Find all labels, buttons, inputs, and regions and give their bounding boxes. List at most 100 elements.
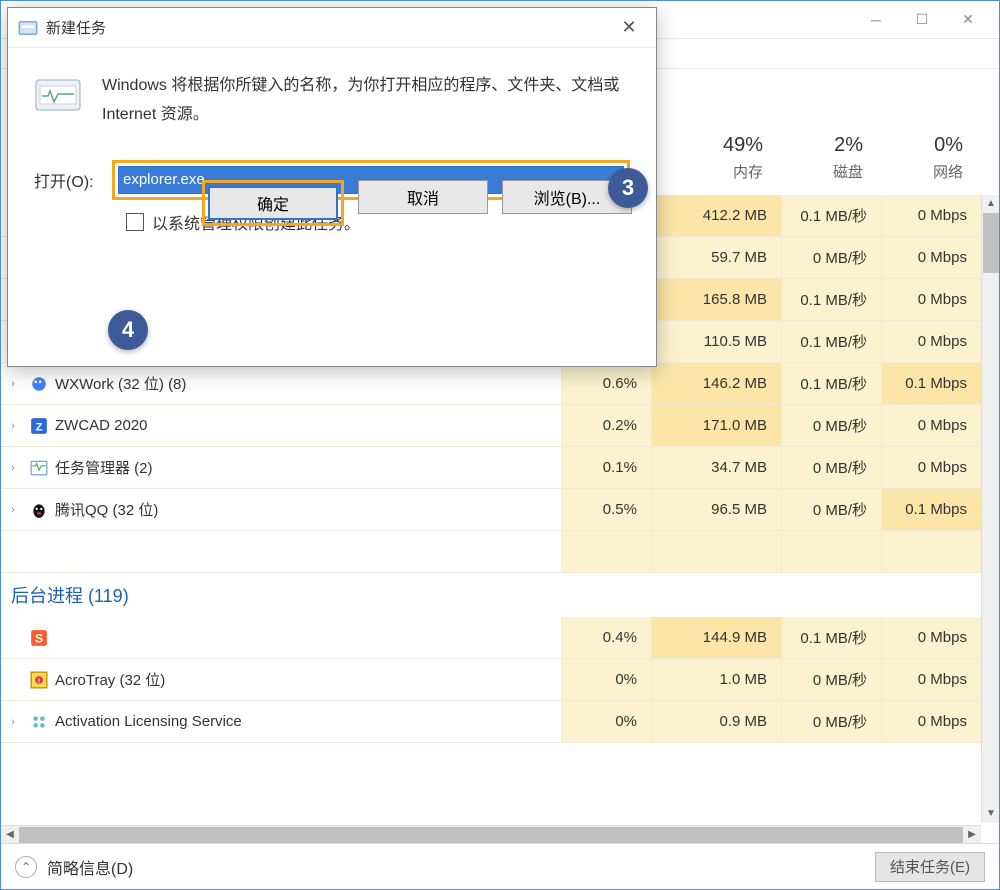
process-row[interactable]: › WXWork (32 位) (8)0.6%146.2 MB0.1 MB/秒0.…	[1, 363, 981, 405]
process-name: ZWCAD 2020	[53, 417, 561, 434]
cpu-cell: 0.1%	[561, 447, 651, 488]
memory-cell: 144.9 MB	[651, 617, 781, 658]
cpu-cell: 0.6%	[561, 363, 651, 404]
network-cell: 0 Mbps	[881, 659, 981, 700]
process-row[interactable]: ›Activation Licensing Service0%0.9 MB0 M…	[1, 701, 981, 743]
background-processes-section: 后台进程 (119)	[1, 573, 981, 617]
memory-cell: 412.2 MB	[651, 195, 781, 236]
cpu-cell: 0%	[561, 659, 651, 700]
vertical-scroll-thumb[interactable]	[983, 213, 999, 273]
header-network[interactable]: 0% 网络	[881, 134, 981, 189]
disk-cell: 0 MB/秒	[781, 659, 881, 700]
disk-cell: 0 MB/秒	[781, 447, 881, 488]
network-cell: 0 Mbps	[881, 701, 981, 742]
network-cell: 0 Mbps	[881, 321, 981, 362]
horizontal-scrollbar[interactable]: ◀ ▶	[1, 825, 981, 843]
annotation-3: 3	[608, 168, 648, 208]
expand-toggle[interactable]: ›	[1, 420, 25, 432]
minimize-button[interactable]: ─	[853, 4, 899, 36]
process-name: AcroTray (32 位)	[53, 669, 561, 690]
network-cell: 0.1 Mbps	[881, 489, 981, 530]
scroll-up-arrow[interactable]: ▲	[982, 195, 1000, 213]
network-cell: 0 Mbps	[881, 405, 981, 446]
memory-cell: 165.8 MB	[651, 279, 781, 320]
empty-row	[1, 531, 981, 573]
disk-cell: 0.1 MB/秒	[781, 279, 881, 320]
disk-cell: 0.1 MB/秒	[781, 321, 881, 362]
scroll-left-arrow[interactable]: ◀	[1, 826, 19, 844]
svg-text:!: !	[38, 677, 40, 684]
expand-toggle[interactable]: ›	[1, 504, 25, 516]
disk-cell: 0.1 MB/秒	[781, 363, 881, 404]
cpu-cell: 0%	[561, 701, 651, 742]
process-row[interactable]: › 腾讯QQ (32 位)0.5%96.5 MB0 MB/秒0.1 Mbps	[1, 489, 981, 531]
dialog-close-button[interactable]: ✕	[612, 14, 646, 42]
run-dialog: 新建任务 ✕ Windows 将根据你所键入的名称，为你打开相应的程序、文件夹、…	[7, 7, 657, 367]
expand-toggle[interactable]: ›	[1, 378, 25, 390]
process-row[interactable]: !AcroTray (32 位)0%1.0 MB0 MB/秒0 Mbps	[1, 659, 981, 701]
memory-cell: 110.5 MB	[651, 321, 781, 362]
admin-checkbox[interactable]	[126, 213, 144, 231]
disk-cell: 0 MB/秒	[781, 489, 881, 530]
process-name: WXWork (32 位) (8)	[53, 373, 561, 394]
memory-cell: 146.2 MB	[651, 363, 781, 404]
expand-toggle[interactable]: ›	[1, 462, 25, 474]
maximize-button[interactable]: ☐	[899, 4, 945, 36]
svg-text:S: S	[35, 631, 43, 645]
ok-button[interactable]: 确定	[208, 186, 338, 220]
process-row[interactable]: ›ZZWCAD 20200.2%171.0 MB0 MB/秒0 Mbps	[1, 405, 981, 447]
header-memory[interactable]: 49% 内存	[651, 134, 781, 189]
network-cell: 0 Mbps	[881, 447, 981, 488]
process-row[interactable]: › 任务管理器 (2)0.1%34.7 MB0 MB/秒0 Mbps	[1, 447, 981, 489]
svg-text:Z: Z	[36, 421, 43, 433]
open-label: 打开(O):	[34, 168, 112, 192]
cpu-cell: 0.4%	[561, 617, 651, 658]
dialog-buttons: 确定 取消 浏览(B)...	[202, 180, 632, 226]
dialog-titlebar: 新建任务 ✕	[8, 8, 656, 48]
disk-cell: 0 MB/秒	[781, 405, 881, 446]
memory-cell: 34.7 MB	[651, 447, 781, 488]
scroll-down-arrow[interactable]: ▼	[982, 805, 1000, 823]
process-icon	[25, 713, 53, 731]
disk-cell: 0.1 MB/秒	[781, 195, 881, 236]
process-icon	[25, 459, 53, 477]
network-cell: 0 Mbps	[881, 195, 981, 236]
process-icon: !	[25, 671, 53, 689]
header-disk[interactable]: 2% 磁盘	[781, 134, 881, 189]
process-name: 任务管理器 (2)	[53, 457, 561, 478]
process-icon	[25, 501, 53, 519]
network-cell: 0.1 Mbps	[881, 363, 981, 404]
cpu-cell: 0.5%	[561, 489, 651, 530]
expand-toggle[interactable]: ›	[1, 716, 25, 728]
horizontal-scroll-thumb[interactable]	[19, 827, 963, 843]
network-cell: 0 Mbps	[881, 617, 981, 658]
fewer-details-icon[interactable]: ⌃	[15, 856, 37, 878]
cancel-button[interactable]: 取消	[358, 180, 488, 214]
run-prompt-icon	[34, 72, 82, 120]
close-button[interactable]: ✕	[945, 4, 991, 36]
process-name: Activation Licensing Service	[53, 713, 561, 730]
fewer-details-label[interactable]: 简略信息(D)	[47, 855, 875, 879]
memory-cell: 59.7 MB	[651, 237, 781, 278]
process-row[interactable]: S 0.4%144.9 MB0.1 MB/秒0 Mbps	[1, 617, 981, 659]
memory-cell: 171.0 MB	[651, 405, 781, 446]
disk-cell: 0.1 MB/秒	[781, 617, 881, 658]
run-dialog-icon	[18, 18, 38, 38]
network-cell: 0 Mbps	[881, 279, 981, 320]
process-icon: Z	[25, 417, 53, 435]
scroll-right-arrow[interactable]: ▶	[963, 826, 981, 844]
dialog-prompt-text: Windows 将根据你所键入的名称，为你打开相应的程序、文件夹、文档或 Int…	[102, 72, 630, 130]
memory-cell: 96.5 MB	[651, 489, 781, 530]
network-cell: 0 Mbps	[881, 237, 981, 278]
vertical-scrollbar[interactable]: ▲ ▼	[981, 195, 999, 823]
annotation-4: 4	[108, 310, 148, 350]
process-icon	[25, 375, 53, 393]
disk-cell: 0 MB/秒	[781, 237, 881, 278]
dialog-body: Windows 将根据你所键入的名称，为你打开相应的程序、文件夹、文档或 Int…	[8, 48, 656, 244]
process-name: 腾讯QQ (32 位)	[53, 499, 561, 520]
memory-cell: 0.9 MB	[651, 701, 781, 742]
dialog-title: 新建任务	[46, 17, 612, 38]
disk-cell: 0 MB/秒	[781, 701, 881, 742]
end-task-button[interactable]: 结束任务(E)	[875, 852, 985, 882]
column-headers: 49% 内存 2% 磁盘 0% 网络	[651, 69, 981, 189]
